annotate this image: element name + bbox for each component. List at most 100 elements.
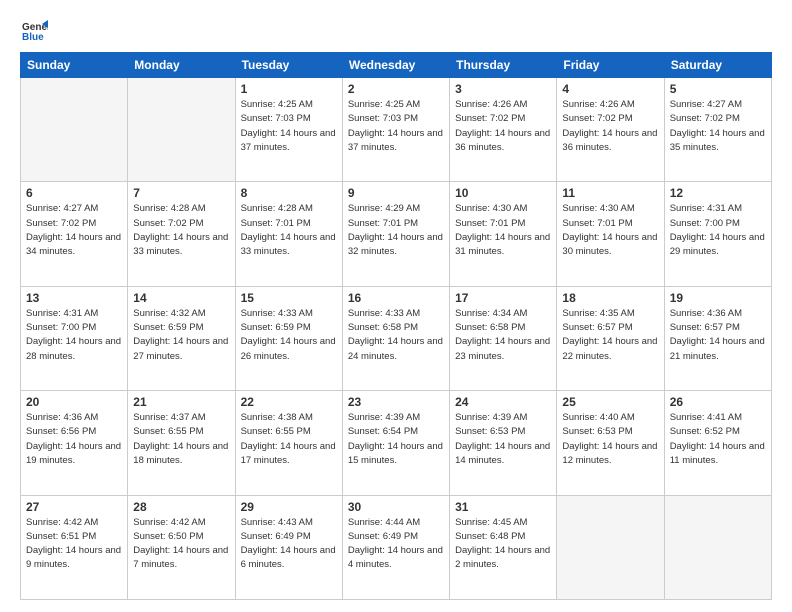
- day-number: 24: [455, 395, 551, 409]
- day-number: 23: [348, 395, 444, 409]
- header: General Blue: [20, 16, 772, 44]
- day-cell: 8 Sunrise: 4:28 AMSunset: 7:01 PMDaylight…: [235, 182, 342, 286]
- day-detail: Sunrise: 4:37 AMSunset: 6:55 PMDaylight:…: [133, 411, 229, 468]
- day-detail: Sunrise: 4:35 AMSunset: 6:57 PMDaylight:…: [562, 307, 658, 364]
- day-detail: Sunrise: 4:43 AMSunset: 6:49 PMDaylight:…: [241, 516, 337, 573]
- day-detail: Sunrise: 4:41 AMSunset: 6:52 PMDaylight:…: [670, 411, 766, 468]
- day-cell: [664, 495, 771, 599]
- day-number: 13: [26, 291, 122, 305]
- day-cell: 27Sunrise: 4:42 AMSunset: 6:51 PMDayligh…: [21, 495, 128, 599]
- day-cell: 15 Sunrise: 4:33 AMSunset: 6:59 PMDayligh…: [235, 286, 342, 390]
- day-number: 11: [562, 186, 658, 200]
- day-number: 5: [670, 82, 766, 96]
- week-row-4: 20 Sunrise: 4:36 AMSunset: 6:56 PMDayligh…: [21, 391, 772, 495]
- day-detail: Sunrise: 4:31 AMSunset: 7:00 PMDaylight:…: [26, 307, 122, 364]
- day-detail: Sunrise: 4:39 AMSunset: 6:53 PMDaylight:…: [455, 411, 551, 468]
- logo-icon: General Blue: [20, 16, 48, 44]
- day-detail: Sunrise: 4:39 AMSunset: 6:54 PMDaylight:…: [348, 411, 444, 468]
- day-cell: 12Sunrise: 4:31 AMSunset: 7:00 PMDayligh…: [664, 182, 771, 286]
- day-cell: 16 Sunrise: 4:33 AMSunset: 6:58 PMDayligh…: [342, 286, 449, 390]
- day-cell: 7 Sunrise: 4:28 AMSunset: 7:02 PMDaylight…: [128, 182, 235, 286]
- day-cell: 28 Sunrise: 4:42 AMSunset: 6:50 PMDayligh…: [128, 495, 235, 599]
- day-cell: 9 Sunrise: 4:29 AMSunset: 7:01 PMDaylight…: [342, 182, 449, 286]
- day-number: 16: [348, 291, 444, 305]
- calendar-table: SundayMondayTuesdayWednesdayThursdayFrid…: [20, 52, 772, 600]
- day-cell: 14 Sunrise: 4:32 AMSunset: 6:59 PMDayligh…: [128, 286, 235, 390]
- day-detail: Sunrise: 4:38 AMSunset: 6:55 PMDaylight:…: [241, 411, 337, 468]
- day-detail: Sunrise: 4:26 AMSunset: 7:02 PMDaylight:…: [562, 98, 658, 155]
- day-cell: 30 Sunrise: 4:44 AMSunset: 6:49 PMDayligh…: [342, 495, 449, 599]
- day-cell: 2Sunrise: 4:25 AMSunset: 7:03 PMDaylight…: [342, 78, 449, 182]
- day-detail: Sunrise: 4:44 AMSunset: 6:49 PMDaylight:…: [348, 516, 444, 573]
- svg-text:Blue: Blue: [22, 32, 44, 43]
- day-number: 31: [455, 500, 551, 514]
- week-row-3: 13 Sunrise: 4:31 AMSunset: 7:00 PMDayligh…: [21, 286, 772, 390]
- week-row-1: 1 Sunrise: 4:25 AMSunset: 7:03 PMDaylight…: [21, 78, 772, 182]
- day-cell: 5 Sunrise: 4:27 AMSunset: 7:02 PMDaylight…: [664, 78, 771, 182]
- day-detail: Sunrise: 4:45 AMSunset: 6:48 PMDaylight:…: [455, 516, 551, 573]
- day-number: 30: [348, 500, 444, 514]
- day-number: 26: [670, 395, 766, 409]
- day-number: 9: [348, 186, 444, 200]
- day-cell: 10 Sunrise: 4:30 AMSunset: 7:01 PMDayligh…: [450, 182, 557, 286]
- day-number: 6: [26, 186, 122, 200]
- day-detail: Sunrise: 4:42 AMSunset: 6:50 PMDaylight:…: [133, 516, 229, 573]
- day-detail: Sunrise: 4:28 AMSunset: 7:01 PMDaylight:…: [241, 202, 337, 259]
- day-cell: 25 Sunrise: 4:40 AMSunset: 6:53 PMDayligh…: [557, 391, 664, 495]
- day-detail: Sunrise: 4:27 AMSunset: 7:02 PMDaylight:…: [670, 98, 766, 155]
- day-number: 14: [133, 291, 229, 305]
- day-detail: Sunrise: 4:42 AMSunset: 6:51 PMDaylight:…: [26, 516, 122, 573]
- day-number: 8: [241, 186, 337, 200]
- day-detail: Sunrise: 4:30 AMSunset: 7:01 PMDaylight:…: [455, 202, 551, 259]
- day-detail: Sunrise: 4:30 AMSunset: 7:01 PMDaylight:…: [562, 202, 658, 259]
- weekday-header: SundayMondayTuesdayWednesdayThursdayFrid…: [21, 53, 772, 78]
- day-number: 15: [241, 291, 337, 305]
- day-number: 10: [455, 186, 551, 200]
- day-number: 4: [562, 82, 658, 96]
- day-number: 21: [133, 395, 229, 409]
- day-number: 2: [348, 82, 444, 96]
- day-cell: [128, 78, 235, 182]
- day-detail: Sunrise: 4:33 AMSunset: 6:58 PMDaylight:…: [348, 307, 444, 364]
- day-cell: 6Sunrise: 4:27 AMSunset: 7:02 PMDaylight…: [21, 182, 128, 286]
- day-cell: 31 Sunrise: 4:45 AMSunset: 6:48 PMDayligh…: [450, 495, 557, 599]
- day-detail: Sunrise: 4:36 AMSunset: 6:56 PMDaylight:…: [26, 411, 122, 468]
- day-number: 3: [455, 82, 551, 96]
- day-detail: Sunrise: 4:32 AMSunset: 6:59 PMDaylight:…: [133, 307, 229, 364]
- weekday-monday: Monday: [128, 53, 235, 78]
- day-detail: Sunrise: 4:28 AMSunset: 7:02 PMDaylight:…: [133, 202, 229, 259]
- day-cell: 13 Sunrise: 4:31 AMSunset: 7:00 PMDayligh…: [21, 286, 128, 390]
- day-number: 17: [455, 291, 551, 305]
- day-cell: [21, 78, 128, 182]
- day-detail: Sunrise: 4:29 AMSunset: 7:01 PMDaylight:…: [348, 202, 444, 259]
- day-number: 28: [133, 500, 229, 514]
- weekday-saturday: Saturday: [664, 53, 771, 78]
- day-number: 1: [241, 82, 337, 96]
- day-cell: 3Sunrise: 4:26 AMSunset: 7:02 PMDaylight…: [450, 78, 557, 182]
- weekday-sunday: Sunday: [21, 53, 128, 78]
- day-cell: 24 Sunrise: 4:39 AMSunset: 6:53 PMDayligh…: [450, 391, 557, 495]
- logo: General Blue: [20, 16, 52, 44]
- day-detail: Sunrise: 4:34 AMSunset: 6:58 PMDaylight:…: [455, 307, 551, 364]
- weekday-friday: Friday: [557, 53, 664, 78]
- day-number: 7: [133, 186, 229, 200]
- day-cell: 21 Sunrise: 4:37 AMSunset: 6:55 PMDayligh…: [128, 391, 235, 495]
- day-detail: Sunrise: 4:31 AMSunset: 7:00 PMDaylight:…: [670, 202, 766, 259]
- day-cell: 17 Sunrise: 4:34 AMSunset: 6:58 PMDayligh…: [450, 286, 557, 390]
- weekday-tuesday: Tuesday: [235, 53, 342, 78]
- day-cell: 19 Sunrise: 4:36 AMSunset: 6:57 PMDayligh…: [664, 286, 771, 390]
- page: General Blue SundayMondayTuesdayWednesda…: [0, 0, 792, 612]
- day-number: 19: [670, 291, 766, 305]
- day-number: 20: [26, 395, 122, 409]
- day-detail: Sunrise: 4:40 AMSunset: 6:53 PMDaylight:…: [562, 411, 658, 468]
- day-cell: 18Sunrise: 4:35 AMSunset: 6:57 PMDayligh…: [557, 286, 664, 390]
- day-detail: Sunrise: 4:33 AMSunset: 6:59 PMDaylight:…: [241, 307, 337, 364]
- day-cell: 29Sunrise: 4:43 AMSunset: 6:49 PMDayligh…: [235, 495, 342, 599]
- day-cell: 11 Sunrise: 4:30 AMSunset: 7:01 PMDayligh…: [557, 182, 664, 286]
- day-cell: [557, 495, 664, 599]
- day-detail: Sunrise: 4:36 AMSunset: 6:57 PMDaylight:…: [670, 307, 766, 364]
- day-cell: 26 Sunrise: 4:41 AMSunset: 6:52 PMDayligh…: [664, 391, 771, 495]
- week-row-5: 27Sunrise: 4:42 AMSunset: 6:51 PMDayligh…: [21, 495, 772, 599]
- day-detail: Sunrise: 4:25 AMSunset: 7:03 PMDaylight:…: [241, 98, 337, 155]
- day-number: 25: [562, 395, 658, 409]
